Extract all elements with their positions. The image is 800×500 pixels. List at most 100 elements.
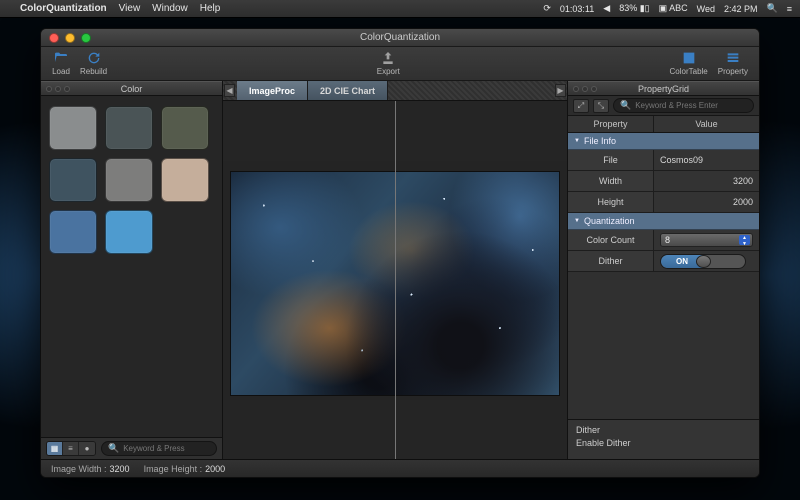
menu-view[interactable]: View — [119, 3, 141, 14]
color-panel: Color ▦ ≡ ● 🔍 Keyword & Press — [41, 81, 223, 459]
load-button[interactable]: Load — [47, 50, 75, 76]
property-help-box: Dither Enable Dither — [568, 419, 759, 459]
system-menubar: ColorQuantization View Window Help ⟳ 01:… — [0, 0, 800, 18]
color-swatch[interactable] — [161, 106, 209, 150]
battery-status: 83% ▮▯ — [619, 3, 649, 14]
export-label: Export — [377, 67, 400, 76]
tab-prev-button[interactable]: ◀ — [224, 84, 235, 97]
timer-status: 01:03:11 — [560, 4, 594, 14]
help-title: Dither — [576, 425, 751, 435]
color-panel-title: Color — [121, 84, 143, 94]
section-quantization[interactable]: Quantization — [568, 213, 759, 230]
dither-toggle[interactable]: ON — [660, 254, 746, 269]
app-window: ColorQuantization Load Rebuild Export Co… — [40, 28, 760, 478]
dot-view-icon[interactable]: ● — [79, 442, 95, 455]
collapse-all-button[interactable]: ⤡ — [593, 99, 609, 113]
folder-open-icon — [52, 50, 70, 66]
window-footer: Image Width :3200 Image Height :2000 — [41, 459, 759, 477]
search-icon: 🔍 — [108, 443, 119, 454]
row-file: File Cosmos09 — [568, 150, 759, 171]
property-search-input[interactable]: 🔍 Keyword & Press Enter — [613, 98, 754, 113]
spotlight-icon[interactable]: 🔍 — [767, 3, 778, 14]
input-source[interactable]: ▣ ABC — [659, 3, 688, 14]
file-label: File — [568, 150, 654, 170]
color-swatch[interactable] — [49, 210, 97, 254]
help-body: Enable Dither — [576, 438, 751, 448]
header-value: Value — [654, 116, 759, 132]
main-toolbar: Load Rebuild Export ColorTable Property — [41, 47, 759, 81]
colortable-button[interactable]: ColorTable — [665, 50, 713, 76]
dither-label: Dither — [568, 251, 654, 271]
sync-icon[interactable]: ⟳ — [543, 3, 551, 14]
export-icon — [379, 50, 397, 66]
width-value: 3200 — [654, 171, 759, 191]
color-swatch[interactable] — [49, 106, 97, 150]
compare-divider[interactable] — [395, 101, 396, 459]
window-title: ColorQuantization — [41, 32, 759, 43]
width-label: Width — [568, 171, 654, 191]
toggle-knob — [696, 255, 711, 268]
footer-height-label: Image Height :2000 — [144, 464, 226, 474]
section-fileinfo[interactable]: File Info — [568, 133, 759, 150]
colorcount-value: 8 — [665, 235, 670, 245]
tab-imageproc[interactable]: ImageProc — [237, 81, 308, 100]
load-label: Load — [52, 67, 70, 76]
view-mode-segmented[interactable]: ▦ ≡ ● — [46, 441, 96, 456]
panel-dots-icon — [573, 86, 597, 92]
property-toolbar-label: Property — [718, 67, 748, 76]
property-toolbar-button[interactable]: Property — [713, 50, 753, 76]
rebuild-label: Rebuild — [80, 67, 107, 76]
list-icon — [724, 50, 742, 66]
colorcount-cell: 8 ▲▼ — [654, 230, 759, 250]
color-swatch[interactable] — [105, 158, 153, 202]
tab-cie-chart[interactable]: 2D CIE Chart — [308, 81, 388, 100]
list-icon[interactable]: ≡ — [787, 4, 792, 14]
menu-window[interactable]: Window — [152, 3, 188, 14]
footer-width-label: Image Width :3200 — [51, 464, 130, 474]
panel-dots-icon — [46, 86, 70, 92]
header-property: Property — [568, 116, 654, 132]
file-value[interactable]: Cosmos09 — [654, 150, 759, 170]
app-menu[interactable]: ColorQuantization — [20, 3, 107, 14]
property-search-placeholder: Keyword & Press Enter — [635, 101, 718, 110]
color-panel-header: Color — [41, 81, 222, 96]
tab-next-button[interactable]: ▶ — [555, 84, 566, 97]
rebuild-button[interactable]: Rebuild — [75, 50, 112, 76]
menu-help[interactable]: Help — [200, 3, 221, 14]
row-colorcount: Color Count 8 ▲▼ — [568, 230, 759, 251]
height-value: 2000 — [654, 192, 759, 212]
height-label: Height — [568, 192, 654, 212]
volume-icon[interactable]: ◀ — [603, 3, 610, 14]
property-panel: PropertyGrid ⤢ ⤡ 🔍 Keyword & Press Enter… — [567, 81, 759, 459]
row-height: Height 2000 — [568, 192, 759, 213]
color-swatch[interactable] — [105, 210, 153, 254]
color-swatch[interactable] — [49, 158, 97, 202]
color-search-placeholder: Keyword & Press — [123, 444, 184, 453]
expand-all-button[interactable]: ⤢ — [573, 99, 589, 113]
row-dither: Dither ON — [568, 251, 759, 272]
colortable-label: ColorTable — [670, 67, 708, 76]
color-panel-footer: ▦ ≡ ● 🔍 Keyword & Press — [41, 437, 222, 459]
color-swatch[interactable] — [105, 106, 153, 150]
refresh-icon — [85, 50, 103, 66]
colorcount-label: Color Count — [568, 230, 654, 250]
stepper-arrows-icon[interactable]: ▲▼ — [739, 235, 750, 245]
image-canvas-panel: ◀ ImageProc 2D CIE Chart ▶ — [223, 81, 567, 459]
property-panel-header: PropertyGrid — [568, 81, 759, 96]
tab-strip: ◀ ImageProc 2D CIE Chart ▶ — [223, 81, 567, 101]
search-icon: 🔍 — [620, 100, 631, 111]
swatch-grid — [41, 96, 222, 437]
colorcount-stepper[interactable]: 8 ▲▼ — [660, 233, 753, 247]
export-button[interactable]: Export — [372, 50, 405, 76]
color-search-input[interactable]: 🔍 Keyword & Press — [101, 441, 217, 456]
image-icon — [680, 50, 698, 66]
window-titlebar[interactable]: ColorQuantization — [41, 29, 759, 47]
property-panel-title: PropertyGrid — [638, 84, 689, 94]
clock-time: 2:42 PM — [724, 4, 758, 14]
dither-cell: ON — [654, 251, 759, 271]
property-grid-header: Property Value — [568, 116, 759, 133]
grid-view-icon[interactable]: ▦ — [47, 442, 63, 455]
color-swatch[interactable] — [161, 158, 209, 202]
list-view-icon[interactable]: ≡ — [63, 442, 79, 455]
property-empty-area — [568, 272, 759, 419]
